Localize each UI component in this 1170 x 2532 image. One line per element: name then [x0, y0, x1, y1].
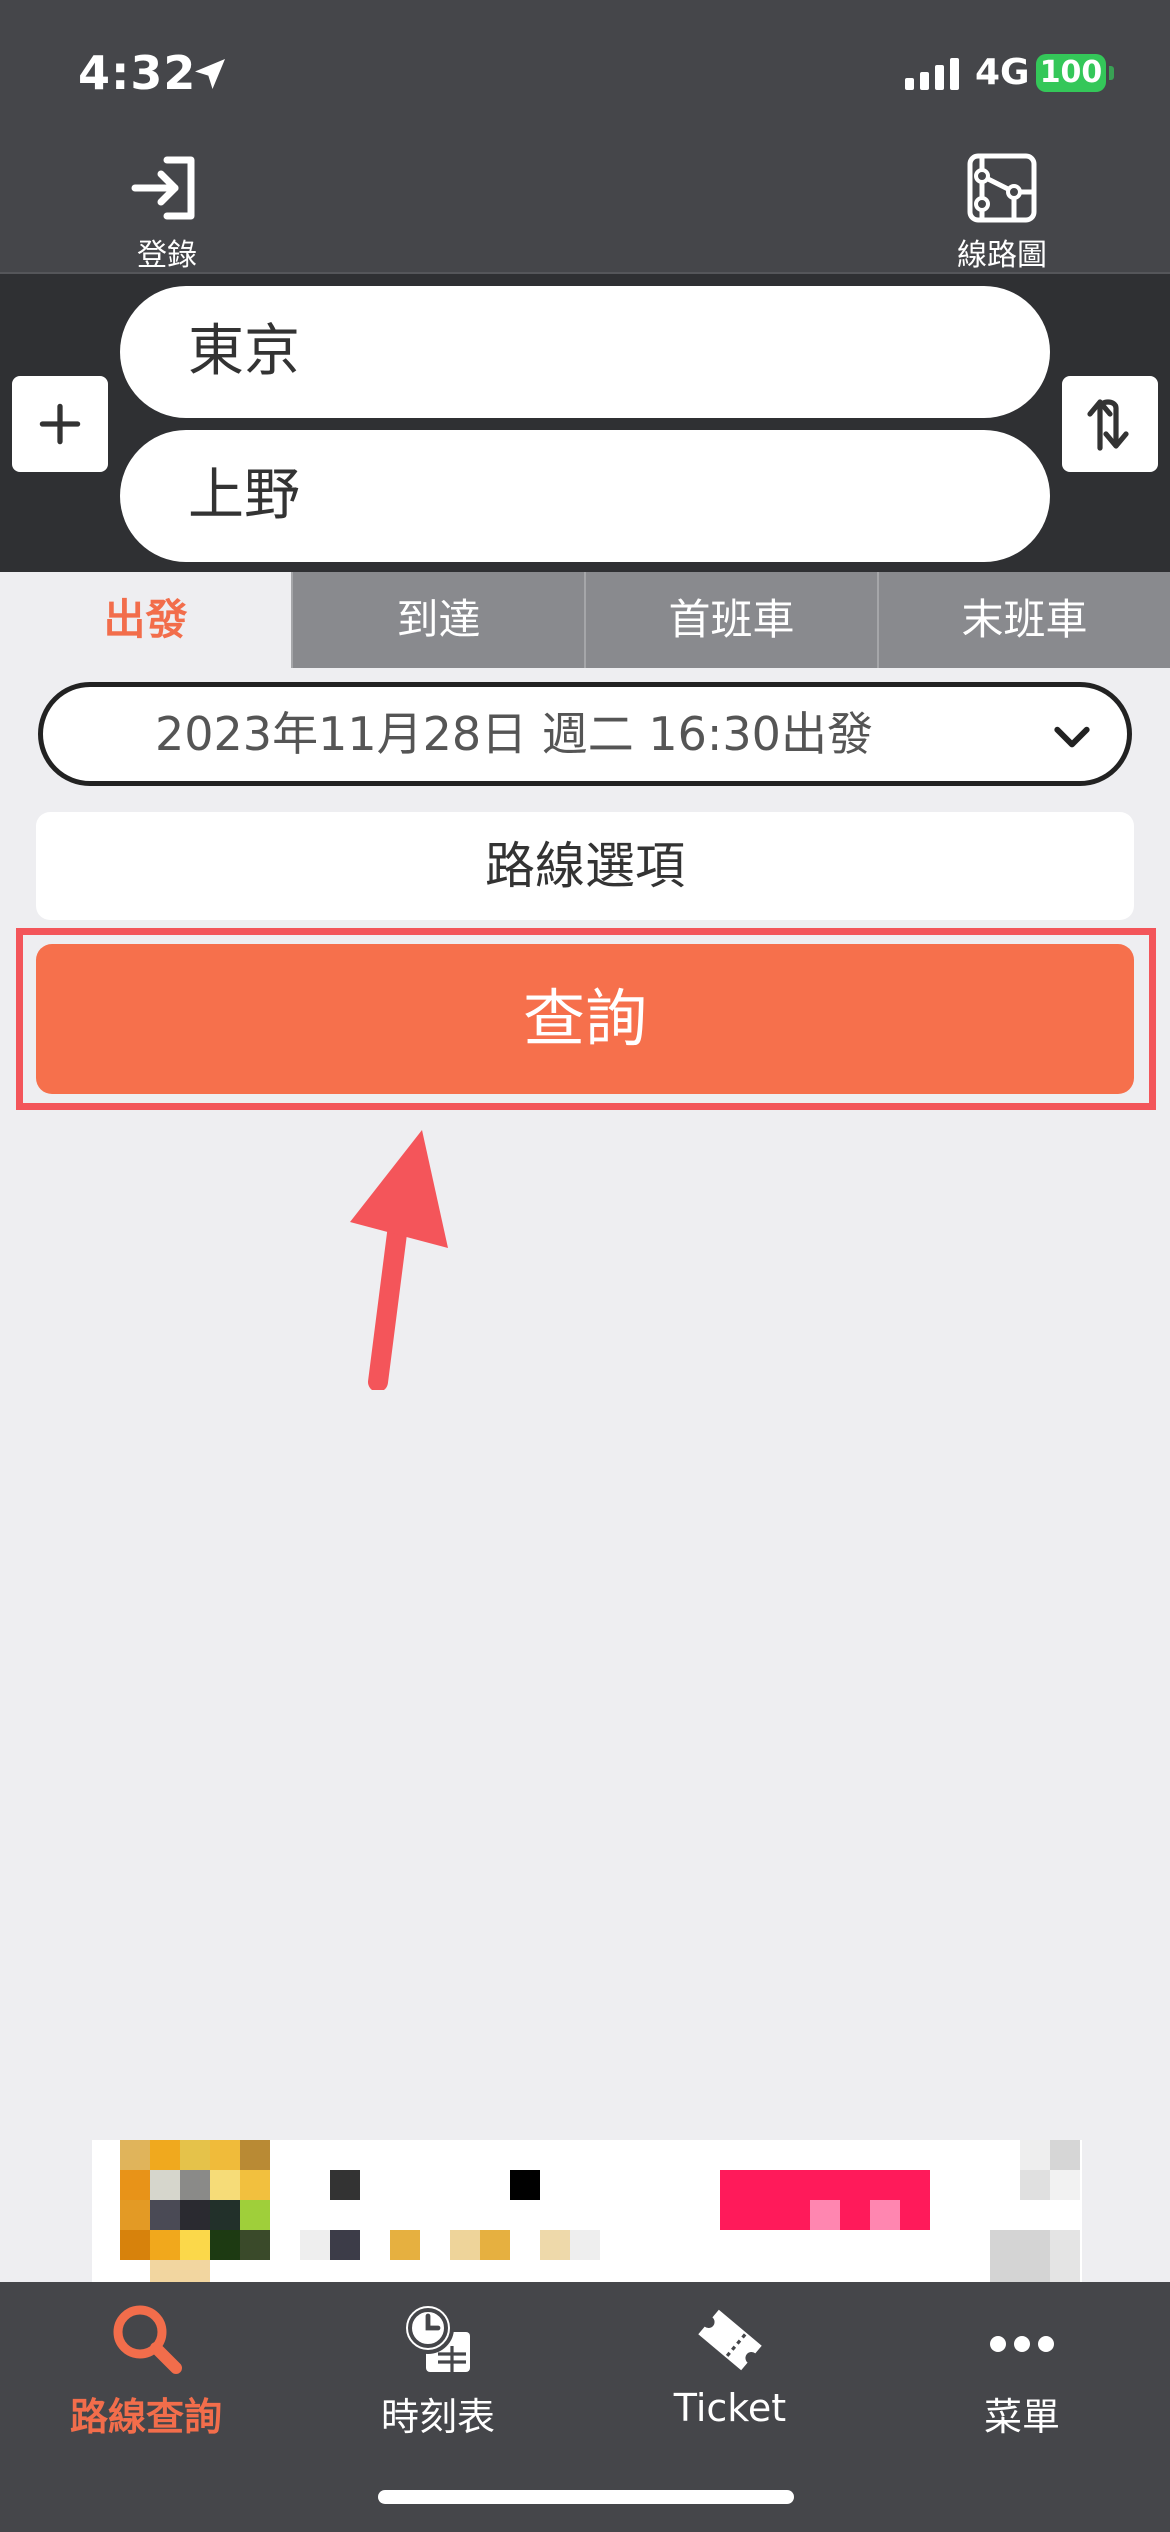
home-indicator[interactable] — [378, 2490, 794, 2504]
app-header: 4:32 4G 100 登錄 線路圖 — [0, 0, 1170, 273]
arrival-station-input[interactable]: 上野 — [120, 430, 1050, 562]
nav-timetable[interactable]: 時刻表 — [292, 2282, 584, 2442]
chevron-down-icon — [1054, 726, 1090, 748]
plus-icon — [39, 403, 81, 445]
nav-ticket-label: Ticket — [673, 2386, 787, 2430]
nav-ticket[interactable]: Ticket — [584, 2282, 876, 2442]
battery-tip — [1109, 66, 1114, 80]
nav-timetable-label: 時刻表 — [380, 2395, 495, 2439]
ticket-icon — [698, 2309, 762, 2371]
station-search-panel: 東京 上野 — [0, 272, 1170, 572]
add-via-station-button[interactable] — [12, 376, 108, 472]
network-type: 4G — [975, 52, 1030, 93]
nav-menu[interactable]: 菜單 — [876, 2282, 1168, 2442]
swap-stations-button[interactable] — [1062, 376, 1158, 472]
departure-station-input[interactable]: 東京 — [120, 286, 1050, 418]
status-bar: 4:32 4G 100 — [0, 0, 1170, 140]
route-options-button[interactable]: 路線選項 — [36, 812, 1134, 920]
login-icon — [131, 156, 195, 220]
annotation-arrow-icon — [350, 1130, 448, 1390]
location-arrow-icon — [190, 54, 230, 98]
status-time: 4:32 — [78, 46, 197, 100]
route-map-icon — [967, 153, 1037, 223]
tab-last-train[interactable]: 末班車 — [877, 572, 1170, 668]
tab-arrival[interactable]: 到達 — [291, 572, 584, 668]
search-mode-tabs: 出發 到達 首班車 末班車 — [0, 572, 1170, 668]
login-label: 登錄 — [137, 238, 197, 273]
nav-route-search-label: 路線查詢 — [69, 2395, 222, 2439]
nav-menu-label: 菜單 — [983, 2395, 1060, 2439]
battery-icon: 100 — [1036, 54, 1106, 92]
tab-departure[interactable]: 出發 — [0, 572, 291, 668]
route-map-label: 線路圖 — [957, 238, 1047, 273]
cellular-signal-icon — [905, 56, 959, 90]
search-button[interactable]: 查詢 — [36, 944, 1134, 1094]
datetime-value: 2023年11月28日 週二 16:30出發 — [155, 707, 873, 761]
search-icon — [113, 2305, 182, 2374]
nav-route-search[interactable]: 路線查詢 — [0, 2282, 292, 2442]
datetime-select[interactable]: 2023年11月28日 週二 16:30出發 — [38, 682, 1132, 786]
tab-first-train[interactable]: 首班車 — [584, 572, 877, 668]
timetable-icon — [402, 2302, 470, 2372]
login-button[interactable]: 登錄 — [97, 148, 237, 273]
more-icon — [990, 2336, 1054, 2352]
advertisement-banner[interactable] — [92, 2140, 1082, 2282]
swap-icon — [1087, 399, 1129, 451]
route-map-button[interactable]: 線路圖 — [932, 148, 1072, 273]
